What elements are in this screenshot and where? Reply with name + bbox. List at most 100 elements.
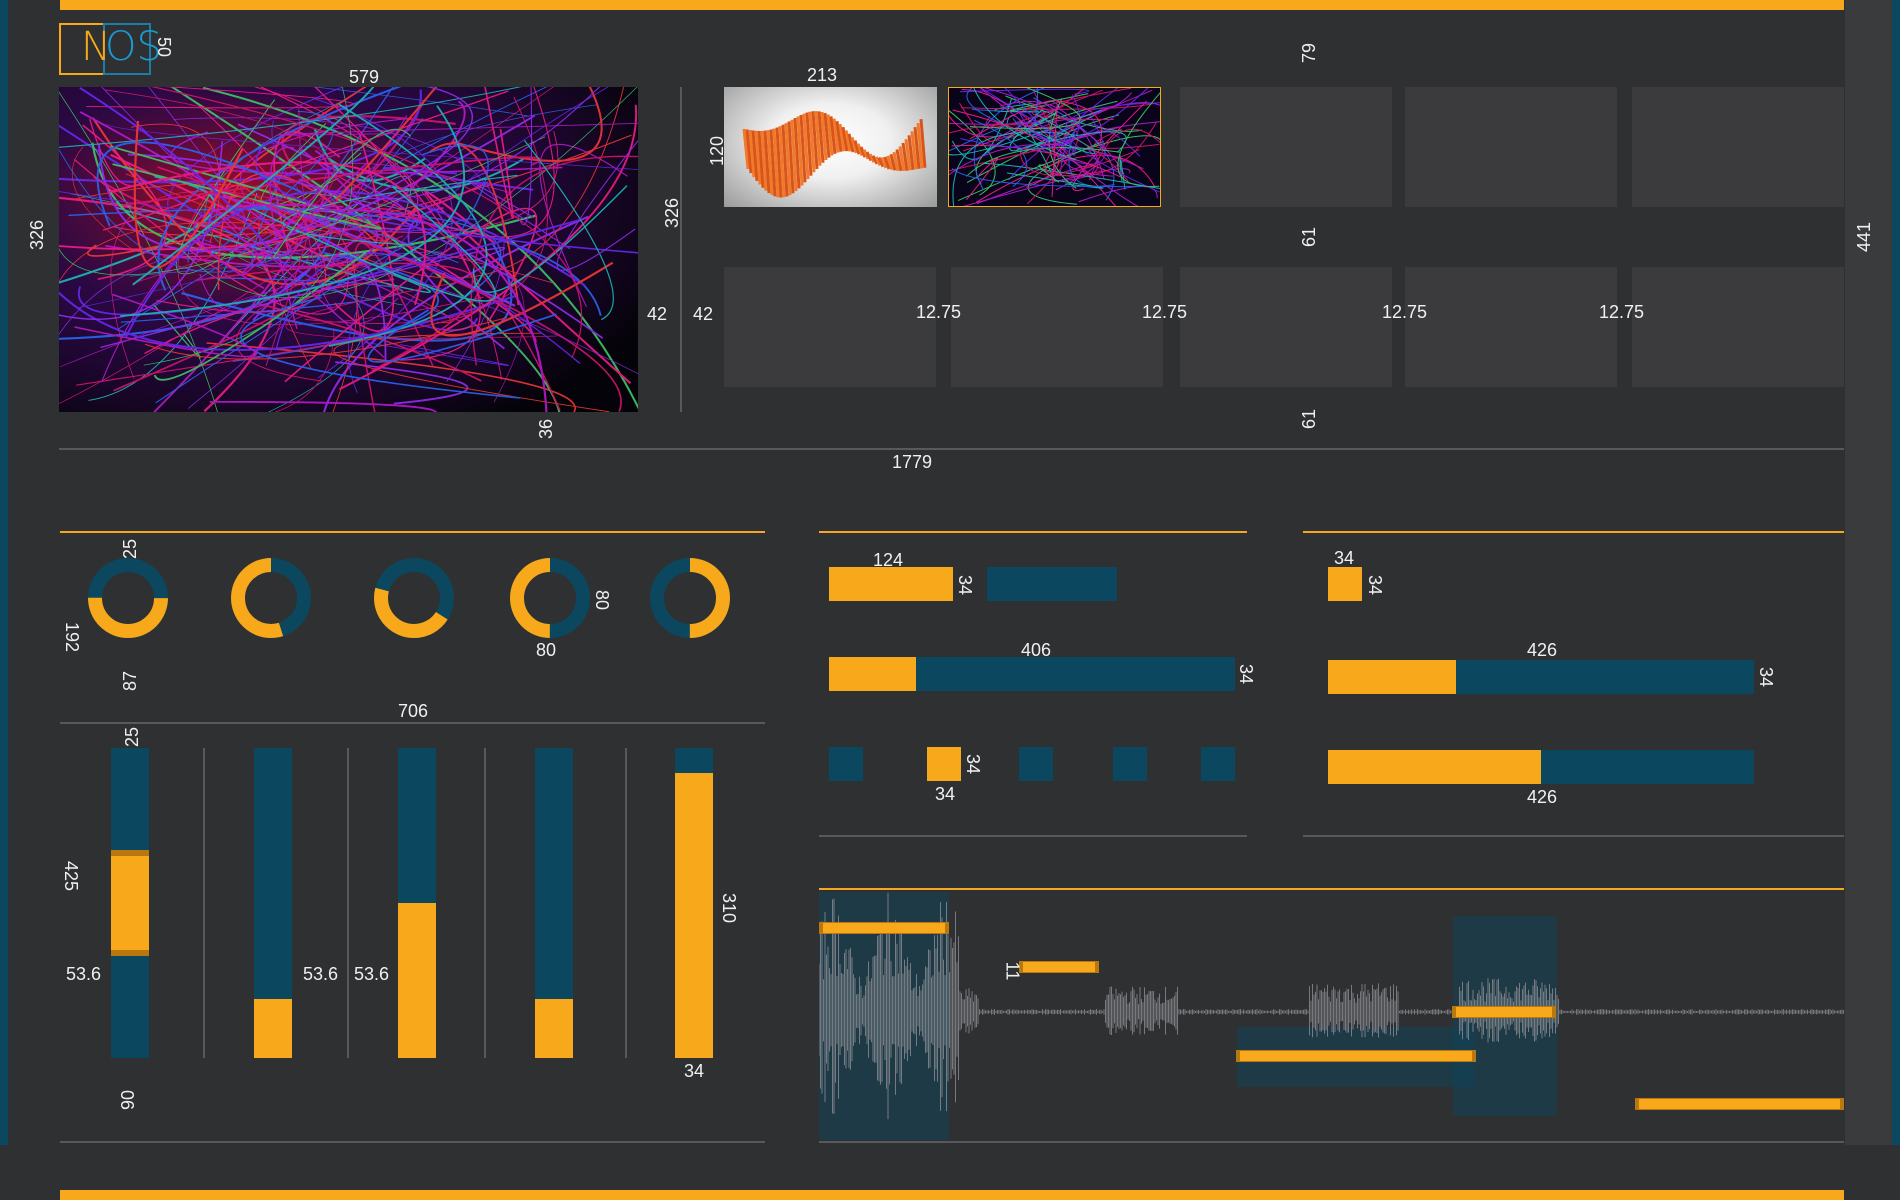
donut-panel-bottom [60, 722, 765, 724]
donut-side-label: 192 [62, 621, 83, 653]
wave-panel-top [819, 888, 1844, 890]
right-mid-width-label: 426 [1527, 640, 1558, 660]
donut-bottom-label: 87 [120, 670, 141, 692]
hbar-step-2-active[interactable] [927, 747, 961, 781]
right-square-height-label: 34 [1365, 574, 1386, 596]
bottom-accent-bar [60, 1190, 1844, 1200]
hbar-1-track [987, 567, 1117, 601]
logo-height-label: 50 [154, 36, 175, 58]
vbar-gap-label-1: 53.6 [66, 964, 102, 984]
hero-artwork [59, 87, 638, 412]
donut-top-label: 25 [120, 538, 141, 560]
thumbnail-7[interactable] [951, 267, 1163, 387]
right-bar-1-fill [1328, 660, 1456, 694]
col-gap-label-4: 12.75 [1599, 302, 1645, 322]
hbar-2-height-label: 34 [1236, 663, 1257, 685]
wave-segment [1456, 1007, 1552, 1017]
vbar-height-label: 310 [719, 892, 740, 924]
vbar-fill [535, 999, 573, 1058]
right-panel-bottom [1303, 835, 1844, 837]
right-bar-1-height-label: 34 [1756, 666, 1777, 688]
vbar-fill [111, 850, 149, 956]
logo[interactable]: N OS [59, 23, 162, 75]
gap-left-label: 42 [647, 304, 668, 324]
bottom-gap-label: 61 [1299, 408, 1320, 430]
vbar-separator [484, 748, 486, 1058]
wave-segment [1023, 962, 1095, 972]
right-bar-2-width-label: 426 [1527, 787, 1558, 807]
right-edge-inner [1892, 0, 1900, 1145]
col-gap-label-2: 12.75 [1142, 302, 1188, 322]
vbar-separator [625, 748, 627, 1058]
vbar-handle[interactable] [111, 850, 149, 857]
hbar-step-height-label: 34 [963, 753, 984, 775]
wave-panel-bottom [819, 1141, 1844, 1143]
hbar-step-4[interactable] [1113, 747, 1147, 781]
thumbnail-1[interactable] [724, 87, 937, 207]
hero-image[interactable] [59, 87, 638, 412]
right-square-width-label: 34 [1334, 548, 1355, 568]
vertical-bar-group [60, 748, 765, 1060]
donut-row [88, 558, 730, 638]
thumbnail-5[interactable] [1632, 87, 1844, 207]
col-gap-label-3: 12.75 [1382, 302, 1428, 322]
vbar-separator [347, 748, 349, 1058]
hbar-panel-bottom [819, 835, 1247, 837]
hero-height-label: 326 [27, 219, 48, 251]
vbar-bottom-label: 90 [118, 1089, 139, 1111]
hbar-1-fill [829, 567, 953, 601]
hero-width-label: 579 [349, 67, 380, 87]
right-bar-2-fill [1328, 750, 1541, 784]
wave-segment [1240, 1051, 1472, 1061]
thumbnail-4[interactable] [1405, 87, 1617, 207]
waveform-timeline[interactable] [819, 892, 1844, 1140]
right-panel-top [1303, 531, 1844, 533]
thumbnail-2-art [949, 88, 1160, 206]
vbar-gap-label-2: 53.6 [303, 964, 339, 984]
top-accent-bar [60, 0, 1844, 10]
top-gap-label: 79 [1299, 42, 1320, 64]
divider-height-label: 326 [662, 197, 683, 229]
thumbnail-6[interactable] [724, 267, 936, 387]
donut-below-label: 80 [536, 640, 557, 660]
section-divider [59, 448, 1844, 450]
hbar-1-height-label: 34 [955, 574, 976, 596]
hbar-step-width-label: 34 [935, 784, 956, 804]
wave-bar-height-label: 11 [1002, 961, 1023, 981]
thumbnail-2-selected[interactable] [948, 87, 1161, 207]
right-height-label: 441 [1854, 221, 1875, 253]
vbar-handle[interactable] [111, 949, 149, 956]
thumbnail-9[interactable] [1405, 267, 1617, 387]
hero-divider [680, 87, 682, 412]
thumb-width-label: 213 [807, 65, 838, 85]
hbar-panel-top [819, 531, 1247, 533]
vbar-fill [398, 903, 436, 1058]
col-gap-label-1: 12.75 [916, 302, 962, 322]
hbar-step-1[interactable] [829, 747, 863, 781]
row-gap-label: 61 [1299, 226, 1320, 248]
hbar-2-fill [829, 657, 916, 691]
thumbnail-1-art [742, 110, 927, 198]
panel-width-label: 706 [398, 701, 429, 721]
hero-bottom-gap-label: 36 [536, 418, 557, 440]
right-square[interactable] [1328, 567, 1362, 601]
gap-right-label: 42 [693, 304, 714, 324]
donut-panel-top [60, 531, 765, 533]
vbar-panel-bottom [60, 1141, 765, 1143]
left-edge [0, 0, 8, 1145]
vbar-top-label: 25 [122, 726, 143, 748]
vbar-fill [254, 999, 292, 1058]
thumbnail-8[interactable] [1180, 267, 1392, 387]
vbar-fill [675, 772, 713, 1058]
vbar-width-label: 34 [684, 1061, 705, 1081]
vbar-gap-label-3: 53.6 [354, 964, 390, 984]
wave-segment [823, 923, 945, 933]
vbar-separator [203, 748, 205, 1058]
donut-right-label: 80 [592, 589, 613, 611]
total-width-label: 1779 [892, 452, 933, 472]
thumbnail-10[interactable] [1632, 267, 1844, 387]
wave-segment [1639, 1099, 1840, 1109]
hbar-step-3[interactable] [1019, 747, 1053, 781]
hbar-step-5[interactable] [1201, 747, 1235, 781]
thumbnail-3[interactable] [1180, 87, 1392, 207]
